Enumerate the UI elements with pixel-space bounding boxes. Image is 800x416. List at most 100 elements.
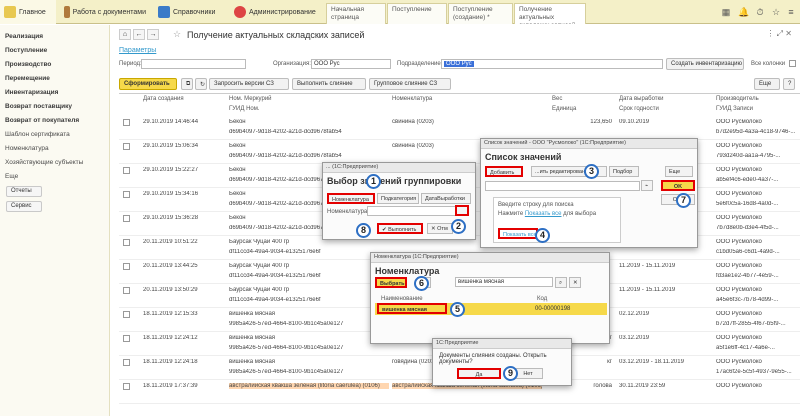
row-checkbox[interactable] <box>123 335 130 342</box>
copy-icon[interactable]: ⧉ <box>181 78 193 90</box>
show-all-link[interactable]: Показать все <box>498 228 538 239</box>
row-checkbox[interactable] <box>123 263 130 270</box>
col-guid[interactable]: ГУИД Ном. <box>229 106 260 112</box>
hint-link[interactable]: Показать все <box>525 211 562 217</box>
service-button[interactable]: Сервис <box>6 201 42 212</box>
all-columns-checkbox[interactable] <box>789 60 796 67</box>
field-label: Номенклатура: <box>327 209 369 215</box>
col-shelf[interactable]: Срок годности <box>619 106 659 112</box>
nav-item-cert-template[interactable]: Шаблон сертификата <box>5 131 70 138</box>
cell-guid: df11ccd4-49a4-9034-e1325176e6f <box>229 249 321 255</box>
row-checkbox[interactable] <box>123 311 130 318</box>
nav-item-entities[interactable]: Хозяйствующие субъекты <box>5 159 83 166</box>
nav-item-inventory[interactable]: Инвентаризация <box>5 89 58 96</box>
list-input[interactable] <box>485 181 640 191</box>
bell-icon[interactable]: 🔔 <box>738 6 750 18</box>
history-icon[interactable]: ⏱ <box>754 6 766 18</box>
row-checkbox[interactable] <box>123 383 130 390</box>
more-button[interactable]: Еще <box>665 166 693 177</box>
doc-tab-receipt-new[interactable]: Поступление (создание) * <box>448 3 513 24</box>
row-checkbox[interactable] <box>123 119 130 126</box>
row-checkbox[interactable] <box>123 143 130 150</box>
reports-button[interactable]: Отчеты <box>6 186 42 197</box>
tools-icon <box>234 6 246 18</box>
refresh-icon[interactable]: ↻ <box>195 78 207 90</box>
clear-icon[interactable]: ✕ <box>569 277 581 288</box>
cell-date: 20.11.2019 13:44:25 <box>143 263 198 269</box>
dept-value: ООО Рус <box>444 61 474 67</box>
nav-item-transfer[interactable]: Перемещение <box>5 75 50 82</box>
col-weight[interactable]: Вес <box>552 96 562 102</box>
col-nom[interactable]: Номенклатура <box>392 96 432 102</box>
row-checkbox[interactable] <box>123 359 130 366</box>
row-checkbox[interactable] <box>123 239 130 246</box>
nomenclature-field[interactable] <box>367 206 457 216</box>
cell-producer: ООО Русмолоко <box>716 143 762 149</box>
star-icon[interactable]: ☆ <box>770 6 782 18</box>
col-prod-date[interactable]: Дата выработки <box>619 96 664 102</box>
select-button[interactable]: Выбрать <box>375 277 407 288</box>
step-badge: 1 <box>366 174 381 189</box>
group-merge-button[interactable]: Групповое слияние СЗ <box>369 78 451 90</box>
col-date[interactable]: Дата создания <box>143 96 184 102</box>
favorite-star-icon[interactable]: ☆ <box>173 29 181 40</box>
col-producer[interactable]: Производитель <box>716 96 759 102</box>
section-label: Работа с документами <box>72 8 146 16</box>
parameters-link[interactable]: Параметры <box>119 47 156 54</box>
form-button[interactable]: Сформировать <box>119 78 177 90</box>
nav-item-nomenclature[interactable]: Номенклатура <box>5 145 49 152</box>
nav-item-return-customer[interactable]: Возврат от покупателя <box>5 117 79 124</box>
col-merc[interactable]: Ном. Меркурий <box>229 96 272 102</box>
doc-tab-current[interactable]: Получение актуальных складских записей <box>514 3 586 24</box>
request-versions-button[interactable]: Запросить версии СЗ <box>209 78 289 90</box>
period-input[interactable] <box>141 59 246 69</box>
more-button[interactable]: Еще <box>754 78 780 90</box>
cell-prod-date: 11.2019 - 15.11.2019 <box>619 263 676 269</box>
nav-item-return-supplier[interactable]: Возврат поставщику <box>5 103 72 110</box>
row-checkbox[interactable] <box>123 287 130 294</box>
nav-item-sales[interactable]: Реализация <box>5 33 43 40</box>
nav-item-more[interactable]: Еще <box>5 173 18 180</box>
search-icon[interactable]: ⌕ <box>555 277 567 288</box>
dept-input[interactable]: ООО Рус <box>441 59 663 69</box>
table-row[interactable]: 29.10.2019 14:46:44 Бекон d69b4097-9d18-42… <box>119 116 800 140</box>
add-button[interactable]: Добавить <box>485 166 523 177</box>
tab-nomenclature[interactable]: Номенклатура <box>327 193 375 204</box>
window-controls[interactable]: ⋮ ⤢ ✕ <box>766 29 792 39</box>
section-admin[interactable]: Администрирование <box>230 0 322 24</box>
back-icon[interactable]: ← <box>133 29 145 40</box>
section-documents[interactable]: Работа с документами <box>60 0 150 24</box>
row-checkbox[interactable] <box>123 191 130 198</box>
section-catalogs[interactable]: Справочники <box>154 0 229 24</box>
section-main[interactable]: Главное <box>0 0 56 24</box>
row-checkbox[interactable] <box>123 167 130 174</box>
grid-icon[interactable]: ▦ <box>720 6 732 18</box>
help-icon[interactable]: ? <box>783 78 795 90</box>
cell-name: Баурсак Чуцай 400 гр <box>229 263 290 269</box>
cell-date: 18.11.2019 17:37:39 <box>143 383 198 389</box>
menu-icon[interactable]: ≡ <box>785 6 797 18</box>
home-icon[interactable]: ⌂ <box>119 29 131 40</box>
ok-button[interactable]: OK <box>661 180 695 191</box>
doc-tab-receipt[interactable]: Поступление <box>387 3 447 24</box>
yes-button[interactable]: Да <box>457 368 501 379</box>
tab-prod-date[interactable]: ДатаВыработки <box>421 193 471 204</box>
col-guid-record[interactable]: ГУИД Записи <box>716 106 753 112</box>
execute-button[interactable]: ✔ Выполнить <box>377 223 423 234</box>
col-unit[interactable]: Единица <box>552 106 576 112</box>
doc-tab-start[interactable]: Начальная страница <box>326 3 386 24</box>
forward-icon[interactable]: → <box>147 29 159 40</box>
row-checkbox[interactable] <box>123 215 130 222</box>
merge-button[interactable]: Выполнить слияние <box>292 78 366 90</box>
link-icon[interactable]: ⌁ <box>641 180 653 191</box>
tab-subcategory[interactable]: Подкатегория <box>377 193 419 204</box>
pick-button[interactable]: Подбор <box>609 166 639 177</box>
nav-item-receipt[interactable]: Поступление <box>5 47 47 54</box>
field-select-button[interactable] <box>455 205 469 216</box>
nav-item-production[interactable]: Производство <box>5 61 51 68</box>
search-input[interactable]: вишенка мясная <box>455 277 553 287</box>
cancel-button[interactable]: ✕ Отм <box>427 223 453 234</box>
list-row-selected[interactable]: вишенка мясная 00-00000198 <box>375 303 607 315</box>
create-inventory-button[interactable]: Создать инвентаризацию <box>666 58 744 70</box>
org-input[interactable]: ООО Рус <box>311 59 391 69</box>
